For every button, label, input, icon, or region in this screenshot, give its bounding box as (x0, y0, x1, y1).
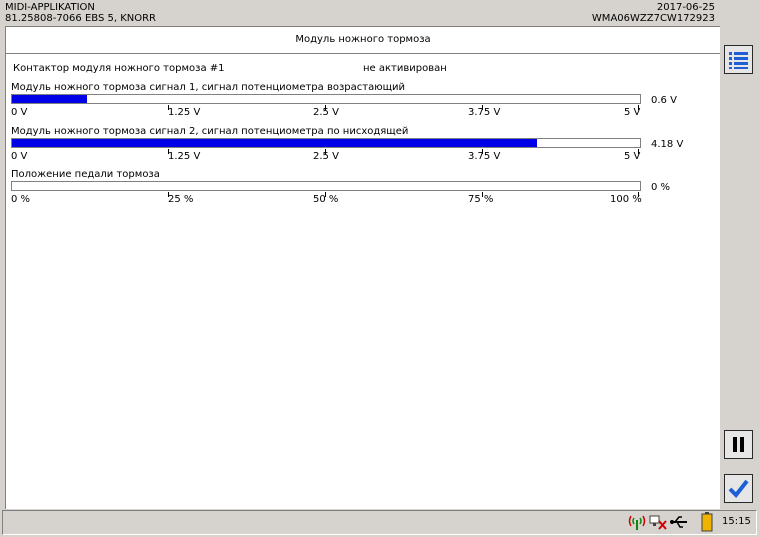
ecu-info: 81.25808-7066 EBS 5, KNORR (5, 13, 157, 24)
tick-label: 5 V (624, 151, 641, 162)
gauge-fill (12, 139, 537, 147)
panel-title: Модуль ножного тормоза (6, 27, 720, 54)
tick-label: 0 V (11, 151, 28, 162)
tick-label: 2.5 V (313, 151, 339, 162)
tick-label: 0 % (11, 194, 31, 205)
tick-label: 3.75 V (468, 151, 501, 162)
usb-icon (670, 516, 687, 528)
tick-label: 75 % (468, 194, 494, 205)
checkmark-icon (728, 479, 749, 499)
status-clock: 15:15 (722, 516, 751, 527)
app-header: MIDI-APPLIKATION 81.25808-7066 EBS 5, KN… (0, 0, 759, 26)
main-panel: Модуль ножного тормоза Контактор модуля … (5, 26, 720, 509)
gauge-fill (12, 95, 88, 103)
gauge-bar (11, 181, 641, 191)
tick-label: 3.75 V (468, 107, 501, 118)
menu-button[interactable] (724, 45, 753, 74)
gauge-bar (11, 138, 641, 148)
tick-label: 5 V (624, 107, 641, 118)
contactor-state: не активирован (363, 63, 447, 74)
vehicle-vin: WMA06WZZ7CW172923 (591, 13, 715, 24)
gauge-value: 0 % (651, 182, 671, 193)
tick-label: 0 V (11, 107, 28, 118)
battery-icon (701, 512, 713, 532)
status-bar: 15:15 (2, 510, 757, 535)
confirm-button[interactable] (724, 474, 753, 503)
tick-label: 25 % (168, 194, 194, 205)
gauge-value: 4.18 V (651, 139, 684, 150)
wireless-signal-icon (628, 515, 646, 530)
pause-icon (733, 437, 744, 452)
tick-label: 2.5 V (313, 107, 339, 118)
gauge-label: Положение педали тормоза (11, 169, 160, 180)
pause-button[interactable] (724, 430, 753, 459)
contactor-label: Контактор модуля ножного тормоза #1 (13, 63, 225, 74)
tick-label: 1.25 V (168, 107, 201, 118)
gauge-label: Модуль ножного тормоза сигнал 1, сигнал … (11, 82, 406, 93)
tick-label: 100 % (610, 194, 642, 205)
tick-label: 1.25 V (168, 151, 201, 162)
tick-label: 50 % (313, 194, 339, 205)
gauge-label: Модуль ножного тормоза сигнал 2, сигнал … (11, 126, 409, 137)
gauge-value: 0.6 V (651, 95, 677, 106)
gauge-bar (11, 94, 641, 104)
network-disconnected-icon (649, 515, 667, 530)
list-menu-icon (729, 52, 748, 69)
